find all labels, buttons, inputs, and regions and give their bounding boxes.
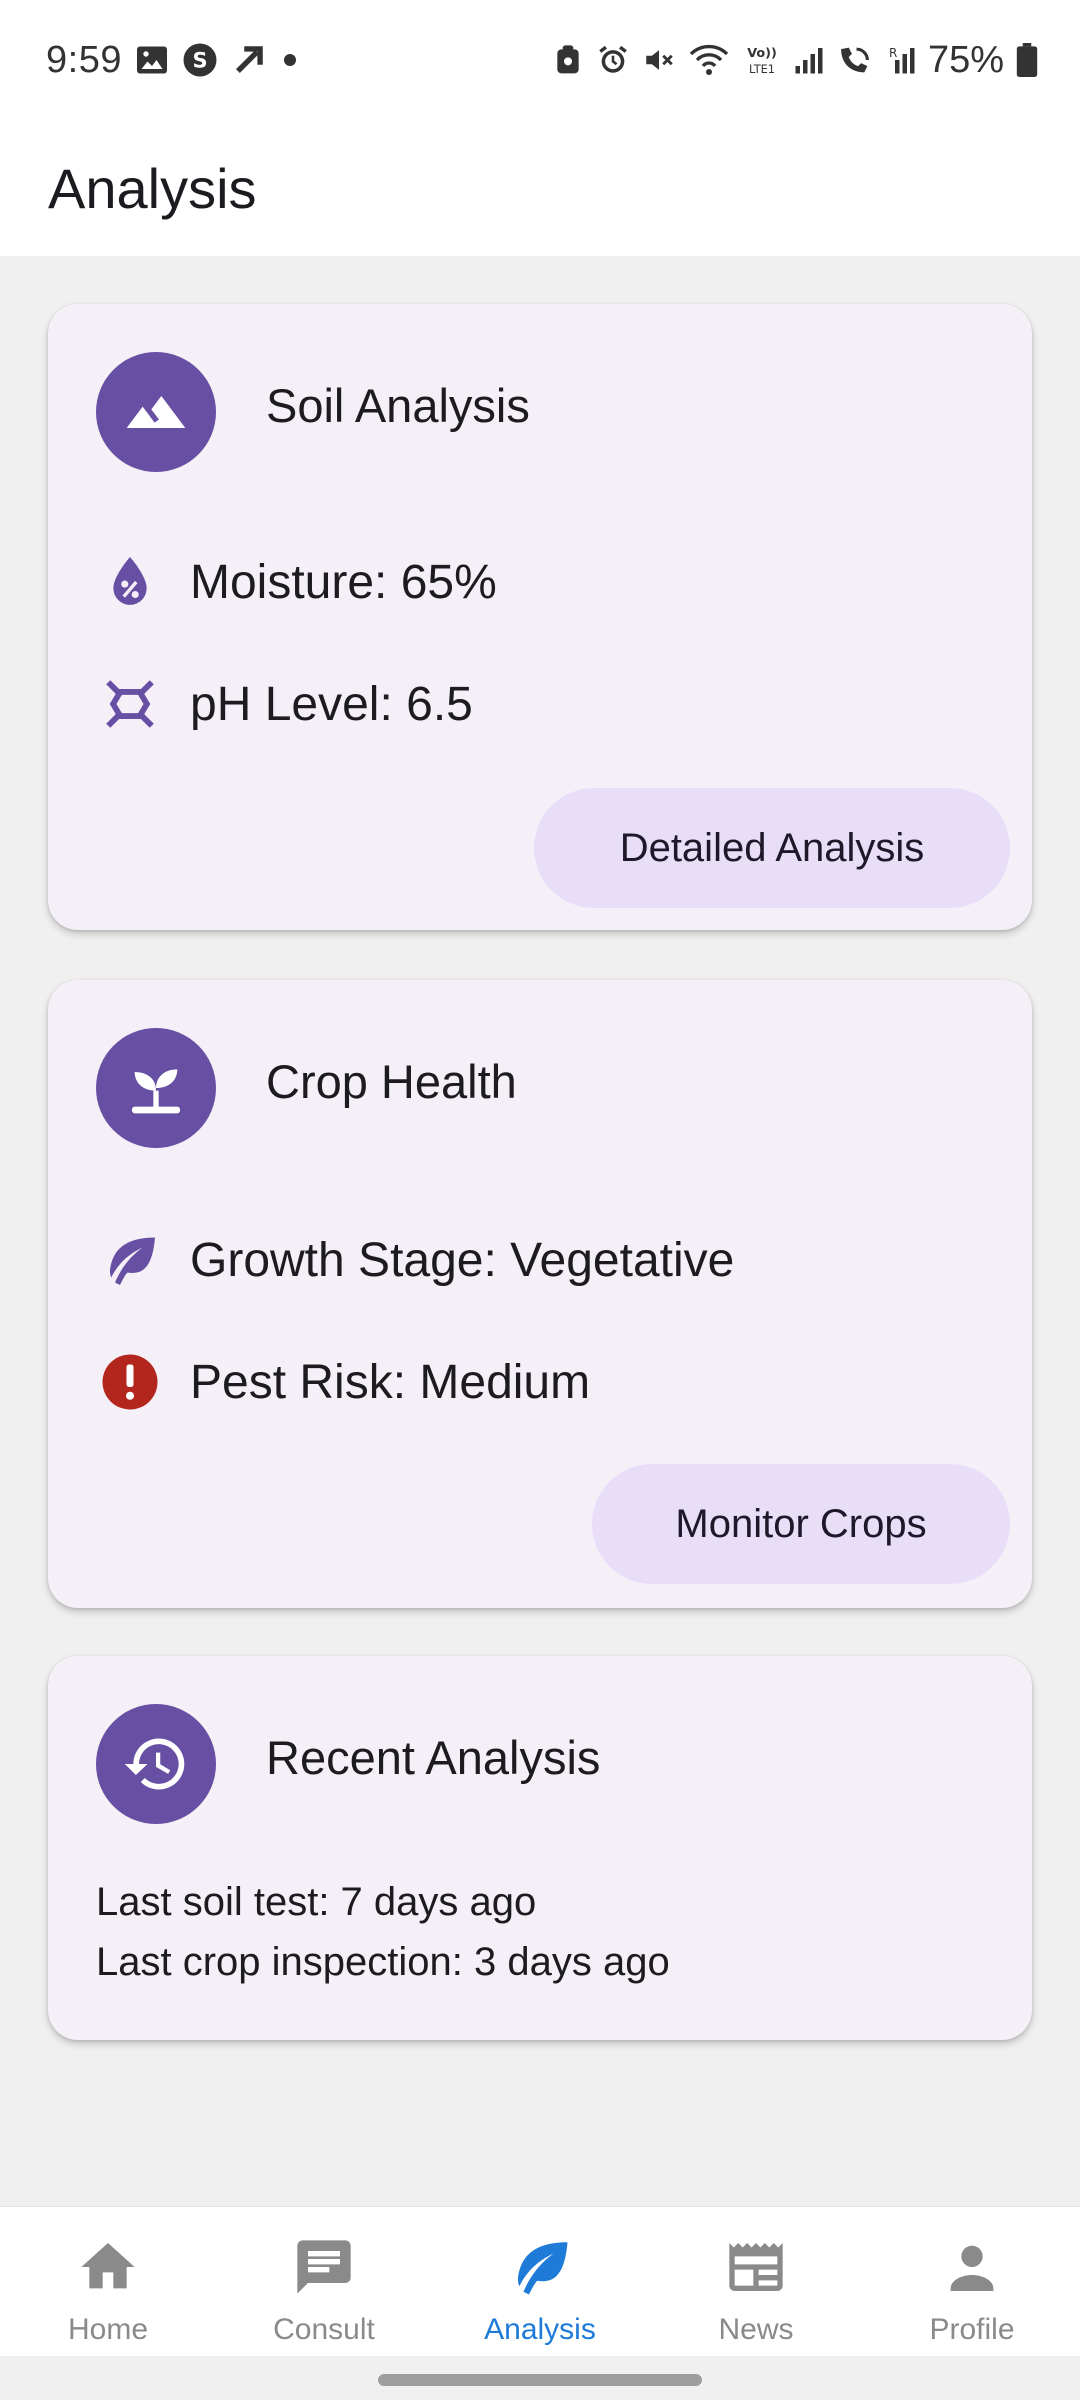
last-crop-inspection-text: Last crop inspection: 3 days ago — [96, 1940, 670, 1984]
nav-label: Profile — [929, 2313, 1015, 2346]
history-icon — [96, 1704, 216, 1824]
nav-home[interactable]: Home — [0, 2207, 216, 2356]
sprout-icon — [96, 1028, 216, 1148]
volte-icon: Vo)) LTE1 — [742, 43, 782, 77]
svg-text:S: S — [192, 49, 207, 73]
card-title: Recent Analysis — [266, 1730, 601, 1784]
molecule-icon — [100, 674, 160, 734]
crop-health-card: Crop Health Growth Stage: Vegetative Pes… — [48, 980, 1032, 1608]
svg-text:R: R — [889, 46, 897, 60]
soil-analysis-card: Soil Analysis Moisture: 65% pH Level: 6.… — [48, 304, 1032, 930]
gallery-notification-icon — [134, 42, 170, 78]
home-icon — [72, 2231, 144, 2303]
last-soil-test-text: Last soil test: 7 days ago — [96, 1880, 537, 1924]
nav-label: Home — [67, 2313, 149, 2346]
ph-level-text: pH Level: 6.5 — [190, 677, 473, 731]
chat-icon — [288, 2231, 360, 2303]
monitor-crops-button[interactable]: Monitor Crops — [592, 1464, 1010, 1584]
lock-screen-icon — [552, 43, 584, 77]
card-title: Crop Health — [266, 1054, 517, 1108]
wifi-icon — [688, 43, 730, 77]
status-bar: 9:59 S Vo)) LTE1 R 75% — [0, 0, 1080, 120]
nav-analysis[interactable]: Analysis — [432, 2207, 648, 2356]
person-icon — [936, 2231, 1008, 2303]
nav-consult[interactable]: Consult — [216, 2207, 432, 2356]
battery-icon — [1016, 43, 1038, 77]
moisture-row: Moisture: 65% — [100, 552, 497, 612]
pest-risk-row: Pest Risk: Medium — [100, 1352, 590, 1412]
signal-roaming-icon: R — [886, 45, 916, 75]
signal-icon — [794, 45, 824, 75]
status-left: 9:59 S — [46, 39, 300, 82]
page-title: Analysis — [48, 156, 257, 220]
mute-icon — [642, 43, 676, 77]
home-gesture-bar[interactable] — [378, 2374, 702, 2386]
app-bar: Analysis — [0, 120, 1080, 256]
nav-profile[interactable]: Profile — [864, 2207, 1080, 2356]
wifi-calling-icon — [836, 43, 874, 77]
pest-risk-text: Pest Risk: Medium — [190, 1355, 591, 1409]
dot-icon — [280, 50, 300, 70]
svg-text:Vo)): Vo)) — [747, 46, 777, 61]
recent-analysis-card: Recent Analysis Last soil test: 7 days a… — [48, 1656, 1032, 2040]
alert-icon — [100, 1352, 160, 1412]
leaf-icon — [504, 2231, 576, 2303]
leaf-icon — [100, 1230, 160, 1290]
svg-text:LTE1: LTE1 — [749, 62, 775, 76]
nav-news[interactable]: News — [648, 2207, 864, 2356]
newspaper-icon — [720, 2231, 792, 2303]
alarm-icon — [596, 43, 630, 77]
moisture-drop-icon — [100, 552, 160, 612]
card-header: Crop Health — [96, 1028, 517, 1148]
arrow-notification-icon — [230, 41, 268, 79]
card-title: Soil Analysis — [266, 378, 530, 432]
bottom-navigation: Home Consult Analysis News Profile — [0, 2206, 1080, 2356]
card-header: Recent Analysis — [96, 1704, 600, 1824]
detailed-analysis-button[interactable]: Detailed Analysis — [534, 788, 1010, 908]
growth-stage-text: Growth Stage: Vegetative — [190, 1233, 735, 1287]
growth-stage-row: Growth Stage: Vegetative — [100, 1230, 734, 1290]
moisture-text: Moisture: 65% — [190, 555, 497, 609]
nav-label: Consult — [273, 2313, 375, 2346]
card-header: Soil Analysis — [96, 352, 530, 472]
ph-level-row: pH Level: 6.5 — [100, 674, 473, 734]
battery-percent: 75% — [927, 38, 1004, 81]
nav-label: News — [718, 2313, 794, 2346]
status-right: Vo)) LTE1 R 75% — [552, 39, 1038, 82]
nav-label: Analysis — [484, 2313, 596, 2346]
status-time: 9:59 — [46, 38, 122, 81]
terrain-icon — [96, 352, 216, 472]
s-app-notification-icon: S — [182, 42, 218, 78]
